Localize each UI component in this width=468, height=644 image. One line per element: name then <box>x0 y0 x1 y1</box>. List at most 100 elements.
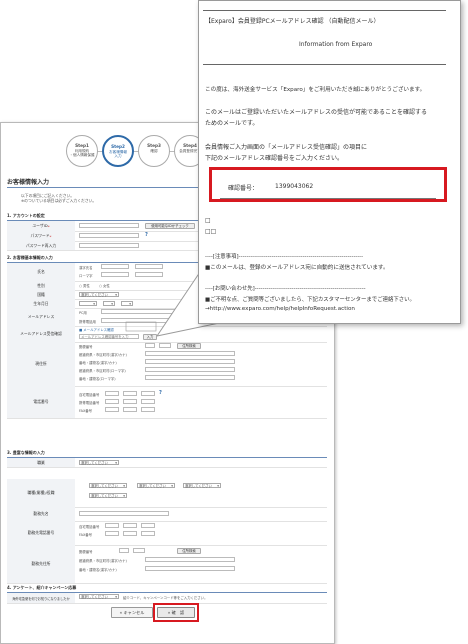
email-confirm-check[interactable]: ■ メールアドレス確認 <box>79 327 114 332</box>
step-2-label: お客様情報 入力 <box>109 149 127 159</box>
help-icon[interactable]: ? <box>145 232 148 238</box>
phone-fax-input-2[interactable] <box>123 407 137 412</box>
gender-male-radio[interactable]: ○ 男性 <box>79 283 90 288</box>
street-roman-input[interactable] <box>145 375 235 380</box>
work-pref-input[interactable] <box>145 557 235 562</box>
country-select[interactable]: 選択してください <box>79 292 119 297</box>
work-phone-input-3[interactable] <box>141 523 155 528</box>
work-phone-input-2[interactable] <box>123 523 137 528</box>
note-1: ■このメールは、登録のメールアドレス宛に自動的に送信されています。 <box>205 265 389 271</box>
birth-day-select[interactable] <box>121 301 133 306</box>
pref-caption: 都道府県・市区町村(漢字/カナ) <box>79 353 127 357</box>
inquiry-text: ■ご不明な点、ご質問等ございましたら、下記カスタマーセンターまでご連絡下さい。 <box>205 297 415 303</box>
work-postal-caption: 郵便番号 <box>79 550 93 554</box>
phone-fax-input-3[interactable] <box>141 407 155 412</box>
work-address-control: 郵便番号 住所検索 都道府県・市区町村(漢字/カナ) 番地・建物名(漢字/カナ) <box>79 545 327 583</box>
confirmation-code: 1399043062 <box>275 183 314 190</box>
row-job-detail: 職種(業種)/役職 選択してください 選択してください 選択してください 選択し… <box>7 479 327 508</box>
password-label-text: パスワード <box>30 233 50 238</box>
userid-input[interactable] <box>79 223 139 228</box>
email-pc-input[interactable] <box>101 309 181 314</box>
password-confirm-input[interactable] <box>79 243 139 248</box>
email-pc-caption: PC用 <box>79 311 87 315</box>
confirm-button-highlight <box>153 603 199 622</box>
name-label-text: 氏名 <box>37 269 45 274</box>
step-2: Step2 お客様情報 入力 <box>102 135 134 167</box>
required-mark: * <box>49 233 52 239</box>
help-icon[interactable]: ? <box>185 308 188 314</box>
phone-mobile-input-1[interactable] <box>105 399 119 404</box>
step-1: Step1 利用規約 ・個人情報保護 <box>66 135 98 167</box>
rank-select[interactable]: 選択してください <box>183 483 221 488</box>
work-contact-label: 勤務先電話番号 <box>7 521 75 545</box>
work-phone-input-1[interactable] <box>105 523 119 528</box>
position-select[interactable]: 選択してください <box>137 483 175 488</box>
gender-female-radio[interactable]: ○ 女性 <box>99 283 110 288</box>
postal-input-2[interactable] <box>159 343 171 348</box>
work-fax-caption: FAX番号 <box>79 533 93 537</box>
work-fax-input-1[interactable] <box>105 531 119 536</box>
cancel-button[interactable]: « キャンセル <box>111 607 153 618</box>
first-name-kanji-input[interactable] <box>135 264 163 269</box>
row-phone: 電話番号 自宅電話番号 ? 携帯電話番号 FAX番号 <box>7 386 327 419</box>
email-mobile-input[interactable] <box>101 318 181 323</box>
phone-home-input-1[interactable] <box>105 391 119 396</box>
address-search-button[interactable]: 住所検索 <box>177 343 201 349</box>
work-street-input[interactable] <box>145 566 235 571</box>
row-email-confirm: メールアドレス受信確認 ■ メールアドレス確認 メールアドレス確認番号を入力 入… <box>7 326 327 343</box>
phone-mobile-input-2[interactable] <box>123 399 137 404</box>
address-control: 郵便番号 住所検索 都道府県・市区町村(漢字/カナ) 番地・建物名(漢字/カナ)… <box>79 342 327 386</box>
password-input[interactable] <box>79 233 139 238</box>
work-address-search-button[interactable]: 住所検索 <box>177 548 201 554</box>
mail-body-1: このメールはご登録いただいたメールアドレスの受信が可能であることを確認する <box>205 109 427 116</box>
section-survey: 4. アンケート、紹介キャンペーン応募 <box>7 585 327 593</box>
password-label: パスワード * <box>7 231 75 241</box>
work-street-caption: 番地・建物名(漢字/カナ) <box>79 568 117 572</box>
survey-control: 選択してください 紹介コード、キャンペーンコード等をご入力ください。 <box>79 593 327 603</box>
email-confirm-code-input[interactable]: メールアドレス確認番号を入力 <box>79 334 139 339</box>
help-icon[interactable]: ? <box>159 390 162 396</box>
phone-mobile-caption: 携帯電話番号 <box>79 401 100 405</box>
step-3-label: 確認 <box>150 148 158 153</box>
country-label: 国籍 <box>7 290 75 299</box>
work-fax-input-2[interactable] <box>123 531 137 536</box>
last-name-kanji-input[interactable] <box>101 264 129 269</box>
street-roman-caption: 番地・建物名(ローマ字) <box>79 377 116 381</box>
phone-home-input-3[interactable] <box>141 391 155 396</box>
work-pref-caption: 都道府県・市区町村(漢字/カナ) <box>79 559 127 563</box>
gender-male-text: 男性 <box>83 284 90 288</box>
notes-header: ----[注意事項]------------------------------… <box>205 254 364 260</box>
work-postal-input-1[interactable] <box>119 548 129 553</box>
first-name-roman-input[interactable] <box>135 272 163 277</box>
street-input[interactable] <box>145 359 235 364</box>
work-fax-input-3[interactable] <box>141 531 155 536</box>
userid-check-button[interactable]: 使用可能なIDかチェック <box>145 223 195 229</box>
pref-roman-input[interactable] <box>145 367 235 372</box>
birth-year-select[interactable] <box>79 301 97 306</box>
survey-label: 海外宅急便を何でお知りになりましたか <box>7 593 75 603</box>
pref-roman-caption: 都道府県・市区町村(ローマ字) <box>79 369 126 373</box>
survey-select[interactable]: 選択してください <box>79 594 119 599</box>
job-select[interactable]: 選択してください <box>79 460 119 465</box>
email-confirm-control: ■ メールアドレス確認 メールアドレス確認番号を入力 入力 <box>79 326 327 342</box>
name-kanji-caption: 漢字氏名 <box>79 266 93 270</box>
inquiry-url[interactable]: →http://www.exparo.com/help/helpInfoRequ… <box>205 306 355 312</box>
work-name-input[interactable] <box>79 511 169 516</box>
email-confirm-submit-button[interactable]: 入力 <box>143 334 157 340</box>
phone-mobile-input-3[interactable] <box>141 399 155 404</box>
job-label: 職業 <box>7 458 75 467</box>
mail-body-2: ためのメールです。 <box>205 120 259 127</box>
gender-female-text: 女性 <box>103 284 110 288</box>
job-type-select[interactable]: 選択してください <box>89 493 127 498</box>
postal-input-1[interactable] <box>145 343 155 348</box>
phone-home-input-2[interactable] <box>123 391 137 396</box>
birth-month-select[interactable] <box>103 301 115 306</box>
code-label: 確認番号： <box>228 185 259 192</box>
work-postal-input-2[interactable] <box>133 548 145 553</box>
phone-fax-input-1[interactable] <box>105 407 119 412</box>
last-name-roman-input[interactable] <box>101 272 129 277</box>
industry-select[interactable]: 選択してください <box>89 483 127 488</box>
userid-label: ユーザID * <box>7 221 75 231</box>
pref-input[interactable] <box>145 351 235 356</box>
street-caption: 番地・建物名(漢字/カナ) <box>79 361 117 365</box>
